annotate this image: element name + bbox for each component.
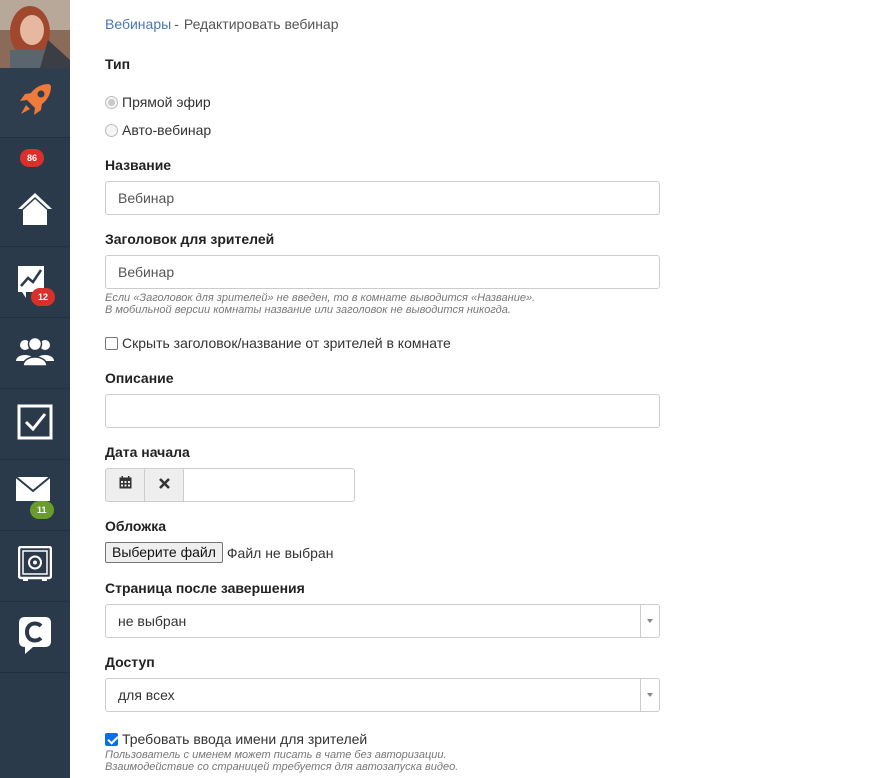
file-status: Файл не выбран	[226, 544, 334, 561]
sidebar-item-launch[interactable]	[0, 68, 70, 138]
after-page-select[interactable]: не выбран	[105, 604, 660, 638]
breadcrumb-current: Редактировать вебинар	[183, 16, 339, 32]
chevron-down-icon	[647, 693, 653, 697]
type-option-auto[interactable]: Авто-вебинар	[105, 122, 211, 138]
safe-icon	[17, 545, 53, 587]
viewer-title-input[interactable]: Вебинар	[105, 255, 660, 289]
chevron-down-icon	[647, 619, 653, 623]
clear-date-button[interactable]	[145, 468, 184, 502]
notifications-badge[interactable]: 86	[20, 149, 45, 167]
description-label: Описание	[105, 370, 174, 386]
hide-title-label: Скрыть заголовок/название от зрителей в …	[122, 335, 451, 351]
type-option-live[interactable]: Прямой эфир	[105, 94, 211, 110]
rocket-icon	[15, 80, 55, 125]
type-option-live-label: Прямой эфир	[122, 94, 211, 110]
calendar-button[interactable]	[105, 468, 145, 502]
after-page-value: не выбран	[118, 613, 187, 629]
breadcrumb-webinars-link[interactable]: Вебинары	[105, 16, 171, 32]
close-icon	[158, 476, 170, 494]
radio-auto[interactable]	[105, 123, 118, 137]
after-page-caret[interactable]	[640, 605, 659, 637]
sidebar-item-safe[interactable]	[0, 532, 70, 602]
access-select[interactable]: для всех	[105, 678, 660, 712]
sidebar-item-analytics[interactable]	[0, 248, 70, 318]
sidebar-item-mail[interactable]	[0, 461, 70, 531]
require-name-help-2: Взаимодействие со страницей требуется дл…	[105, 761, 459, 773]
home-icon	[16, 191, 54, 232]
tasks-icon	[17, 404, 53, 445]
start-date-group	[105, 468, 355, 502]
name-input[interactable]: Вебинар	[105, 181, 660, 215]
type-option-auto-label: Авто-вебинар	[122, 122, 212, 138]
start-date-label: Дата начала	[105, 444, 190, 460]
sidebar-item-chat[interactable]	[0, 603, 70, 673]
access-caret[interactable]	[640, 679, 659, 711]
access-label: Доступ	[105, 654, 155, 670]
name-label: Название	[105, 157, 172, 173]
viewer-title-help-2: В мобильной версии комнаты название или …	[105, 304, 511, 316]
require-name-label: Требовать ввода имени для зрителей	[122, 731, 368, 747]
users-icon	[16, 335, 54, 372]
breadcrumb-separator: -	[174, 16, 179, 32]
messages-badge: 11	[30, 501, 54, 519]
require-name-help-1: Пользователь с именем может писать в чат…	[105, 749, 447, 761]
analytics-badge: 12	[31, 288, 56, 306]
choose-file-button[interactable]: Выберите файл	[105, 542, 223, 563]
sidebar-item-users[interactable]	[0, 319, 70, 389]
after-page-label: Страница после завершения	[105, 580, 305, 596]
description-input[interactable]	[105, 394, 660, 428]
viewer-title-label: Заголовок для зрителей	[105, 231, 275, 247]
viewer-title-help-1: Если «Заголовок для зрителей» не введен,…	[105, 292, 536, 304]
start-date-input[interactable]	[184, 468, 355, 502]
radio-live[interactable]	[105, 95, 118, 109]
type-label: Тип	[105, 56, 131, 72]
breadcrumb: Вебинары - Редактировать вебинар	[105, 16, 339, 32]
avatar[interactable]	[0, 0, 70, 68]
sidebar-item-tasks[interactable]	[0, 390, 70, 460]
hide-title-option[interactable]: Скрыть заголовок/название от зрителей в …	[105, 335, 451, 351]
calendar-icon	[119, 476, 132, 494]
require-name-option[interactable]: Требовать ввода имени для зрителей	[105, 731, 367, 747]
cover-label: Обложка	[105, 518, 166, 534]
sidebar-item-home[interactable]	[0, 177, 70, 247]
sidebar: 86 12 11	[0, 0, 70, 778]
require-name-checkbox[interactable]	[105, 732, 118, 746]
hide-title-checkbox[interactable]	[105, 336, 118, 350]
cover-file-picker: Выберите файл Файл не выбран	[105, 542, 333, 563]
chat-c-icon	[17, 615, 53, 660]
access-value: для всех	[118, 687, 175, 703]
